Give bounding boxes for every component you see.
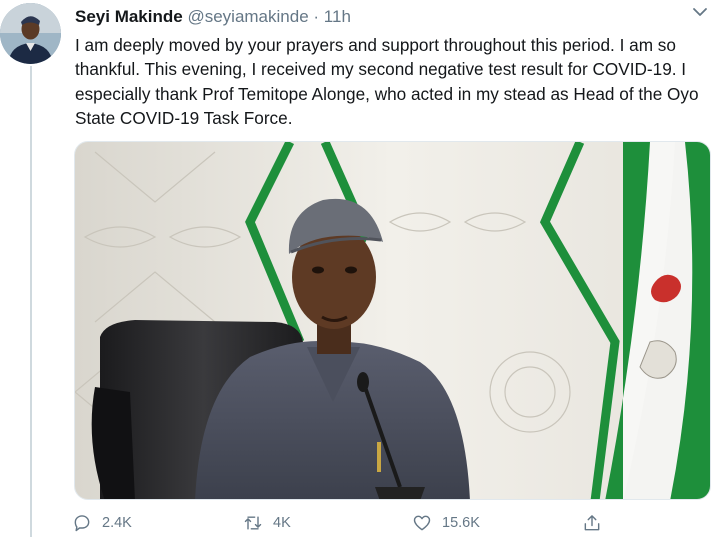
- tweet-text: I am deeply moved by your prayers and su…: [75, 35, 699, 128]
- author-name[interactable]: Seyi Makinde: [75, 7, 183, 26]
- reply-button[interactable]: 2.4K: [72, 510, 132, 536]
- share-icon: [584, 515, 600, 531]
- reply-count: 2.4K: [102, 515, 132, 531]
- like-count: 15.6K: [442, 515, 480, 531]
- author-handle[interactable]: @seyiamakinde: [187, 7, 308, 26]
- avatar-image: [0, 3, 61, 64]
- reply-icon: [74, 515, 90, 532]
- retweet-button[interactable]: 4K: [243, 510, 291, 536]
- tweet-photo[interactable]: [74, 141, 711, 500]
- tweet-actions: 2.4K 4K 15.6K: [72, 510, 612, 536]
- photo-portrait-image: [75, 142, 710, 499]
- separator-dot: ·: [313, 7, 320, 26]
- timestamp[interactable]: 11h: [324, 7, 351, 26]
- retweet-count: 4K: [273, 515, 291, 531]
- chevron-down-icon[interactable]: [692, 4, 708, 20]
- like-button[interactable]: 15.6K: [412, 510, 480, 536]
- tweet-header: Seyi Makinde @seyiamakinde · 11h: [75, 6, 696, 30]
- share-button[interactable]: [582, 510, 602, 536]
- heart-icon: [413, 515, 431, 531]
- retweet-icon: [244, 516, 262, 530]
- avatar[interactable]: [0, 3, 61, 64]
- thread-connector-line: [30, 66, 32, 537]
